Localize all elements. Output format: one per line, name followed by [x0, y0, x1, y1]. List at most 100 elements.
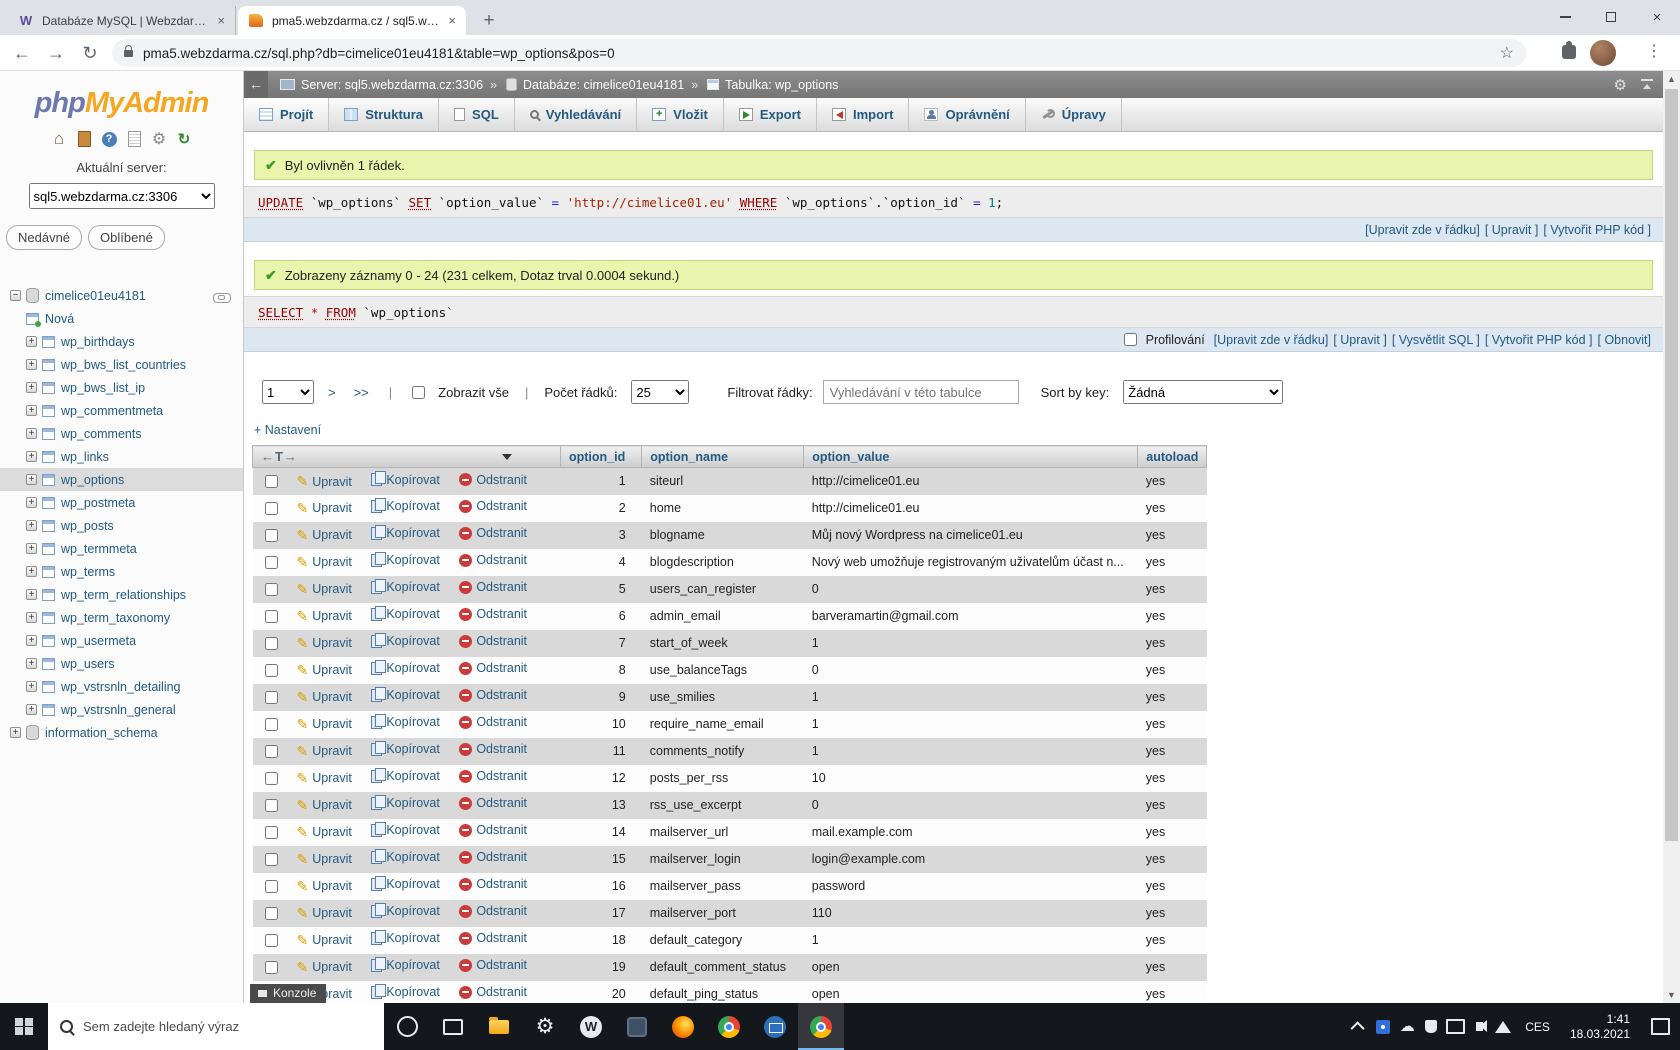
- edit-row-link[interactable]: Upravit: [297, 581, 352, 598]
- tree-table-item[interactable]: + wp_birthdays: [0, 330, 243, 353]
- server-select[interactable]: sql5.webzdarma.cz:3306: [29, 183, 215, 209]
- scroll-up-icon[interactable]: ▲: [1663, 71, 1680, 87]
- url-bar[interactable]: pma5.webzdarma.cz/sql.php?db=cimelice01e…: [112, 39, 1526, 67]
- vertical-scrollbar[interactable]: ▲ ▼: [1663, 71, 1680, 1003]
- delete-row-link[interactable]: Odstranit: [459, 769, 527, 783]
- delete-row-link[interactable]: Odstranit: [459, 796, 527, 810]
- tray-network-icon[interactable]: [1491, 1003, 1515, 1050]
- file-explorer-icon[interactable]: [476, 1003, 522, 1050]
- copy-row-link[interactable]: Kopírovat: [371, 904, 440, 918]
- tray-volume-icon[interactable]: [1467, 1003, 1491, 1050]
- tree-information-schema-item[interactable]: + information_schema: [0, 721, 243, 744]
- collapse-icon[interactable]: −: [10, 290, 21, 301]
- scroll-to-top-icon[interactable]: [1641, 79, 1653, 90]
- delete-row-link[interactable]: Odstranit: [459, 823, 527, 837]
- browser-menu-icon[interactable]: ⋮: [1646, 41, 1662, 61]
- tree-table-item[interactable]: + wp_vstrsnln_detailing: [0, 675, 243, 698]
- home-icon[interactable]: [50, 130, 68, 148]
- copy-row-link[interactable]: Kopírovat: [371, 877, 440, 891]
- profile-avatar[interactable]: [1590, 40, 1616, 66]
- expand-icon[interactable]: +: [26, 589, 37, 600]
- extensions-icon[interactable]: [1562, 45, 1576, 59]
- copy-row-link[interactable]: Kopírovat: [371, 473, 440, 487]
- delete-row-link[interactable]: Odstranit: [459, 985, 527, 999]
- tree-table-label[interactable]: wp_term_taxonomy: [61, 611, 170, 625]
- pma-tab[interactable]: Úpravy: [1026, 98, 1122, 131]
- copy-row-link[interactable]: Kopírovat: [371, 634, 440, 648]
- tree-table-label[interactable]: wp_users: [61, 657, 115, 671]
- window-minimize-button[interactable]: [1542, 0, 1588, 34]
- tree-table-label[interactable]: wp_birthdays: [61, 335, 135, 349]
- tree-table-label[interactable]: wp_comments: [61, 427, 142, 441]
- query-tool-link[interactable]: [ Obnovit]: [1598, 333, 1652, 347]
- edit-row-link[interactable]: Upravit: [297, 554, 352, 571]
- settings-toggle-link[interactable]: + Nastavení: [254, 423, 1663, 441]
- copy-row-link[interactable]: Kopírovat: [371, 526, 440, 540]
- tree-table-item[interactable]: + wp_term_taxonomy: [0, 606, 243, 629]
- row-checkbox[interactable]: [265, 961, 278, 974]
- row-checkbox[interactable]: [265, 880, 278, 893]
- link-icon[interactable]: [213, 293, 231, 303]
- query-tool-link[interactable]: [ Vysvětlit SQL ]: [1392, 333, 1480, 347]
- edit-row-link[interactable]: Upravit: [297, 851, 352, 868]
- tree-table-item[interactable]: + wp_posts: [0, 514, 243, 537]
- row-checkbox[interactable]: [265, 799, 278, 812]
- tree-table-label[interactable]: wp_vstrsnln_detailing: [61, 680, 181, 694]
- reload-icon[interactable]: ↻: [76, 39, 104, 67]
- column-header-option-name[interactable]: option_name: [650, 450, 728, 464]
- tab-close-icon[interactable]: ×: [448, 13, 456, 28]
- copy-row-link[interactable]: Kopírovat: [371, 499, 440, 513]
- copy-row-link[interactable]: Kopírovat: [371, 850, 440, 864]
- expand-icon[interactable]: +: [26, 451, 37, 462]
- tree-table-label[interactable]: wp_options: [61, 473, 124, 487]
- language-indicator[interactable]: CES: [1515, 1020, 1560, 1034]
- tree-table-item[interactable]: + wp_vstrsnln_general: [0, 698, 243, 721]
- tree-table-label[interactable]: wp_vstrsnln_general: [61, 703, 176, 717]
- tree-database-item[interactable]: − cimelice01eu4181: [0, 284, 243, 307]
- pma-tab[interactable]: Export: [724, 98, 817, 131]
- edit-row-link[interactable]: Upravit: [297, 689, 352, 706]
- edit-row-link[interactable]: Upravit: [297, 878, 352, 895]
- next-page-link[interactable]: >: [328, 385, 336, 400]
- tree-table-label[interactable]: wp_commentmeta: [61, 404, 163, 418]
- copy-row-link[interactable]: Kopírovat: [371, 580, 440, 594]
- row-checkbox[interactable]: [265, 556, 278, 569]
- filter-input[interactable]: [823, 380, 1019, 404]
- docs-icon[interactable]: [125, 130, 143, 148]
- browser-tab-webzdarma[interactable]: W Databáze MySQL | Webzdarma.cz ×: [8, 6, 236, 35]
- expand-icon[interactable]: +: [26, 336, 37, 347]
- copy-row-link[interactable]: Kopírovat: [371, 742, 440, 756]
- edit-row-link[interactable]: Upravit: [297, 662, 352, 679]
- expand-icon[interactable]: +: [26, 566, 37, 577]
- expand-icon[interactable]: +: [26, 520, 37, 531]
- cortana-icon[interactable]: [384, 1003, 430, 1050]
- edit-row-link[interactable]: Upravit: [297, 635, 352, 652]
- delete-row-link[interactable]: Odstranit: [459, 877, 527, 891]
- tree-table-label[interactable]: wp_links: [61, 450, 109, 464]
- notification-center-button[interactable]: [1640, 1018, 1680, 1035]
- pma-tab[interactable]: Struktura: [329, 98, 439, 131]
- tab-close-icon[interactable]: ×: [217, 13, 225, 28]
- tree-table-item[interactable]: + wp_links: [0, 445, 243, 468]
- tray-security-icon[interactable]: [1419, 1003, 1443, 1050]
- expand-icon[interactable]: +: [26, 359, 37, 370]
- tree-table-item[interactable]: + wp_usermeta: [0, 629, 243, 652]
- new-tab-button[interactable]: +: [476, 8, 502, 34]
- column-header-autoload[interactable]: autoload: [1146, 450, 1198, 464]
- row-checkbox[interactable]: [265, 637, 278, 650]
- tree-table-label[interactable]: wp_usermeta: [61, 634, 136, 648]
- mail-icon[interactable]: [752, 1003, 798, 1050]
- back-icon[interactable]: ←: [8, 39, 36, 67]
- pma-tab[interactable]: Import: [817, 98, 909, 131]
- pma-tab[interactable]: Projít: [244, 98, 329, 131]
- taskbar-clock[interactable]: 1:41 18.03.2021: [1560, 1012, 1640, 1042]
- query-tool-link[interactable]: [Upravit zde v řádku]: [1365, 223, 1480, 237]
- edit-row-link[interactable]: Upravit: [297, 473, 352, 490]
- expand-icon[interactable]: +: [10, 727, 21, 738]
- delete-row-link[interactable]: Odstranit: [459, 715, 527, 729]
- row-checkbox[interactable]: [265, 745, 278, 758]
- delete-row-link[interactable]: Odstranit: [459, 661, 527, 675]
- edit-row-link[interactable]: Upravit: [297, 905, 352, 922]
- row-checkbox[interactable]: [265, 691, 278, 704]
- tree-table-item[interactable]: + wp_term_relationships: [0, 583, 243, 606]
